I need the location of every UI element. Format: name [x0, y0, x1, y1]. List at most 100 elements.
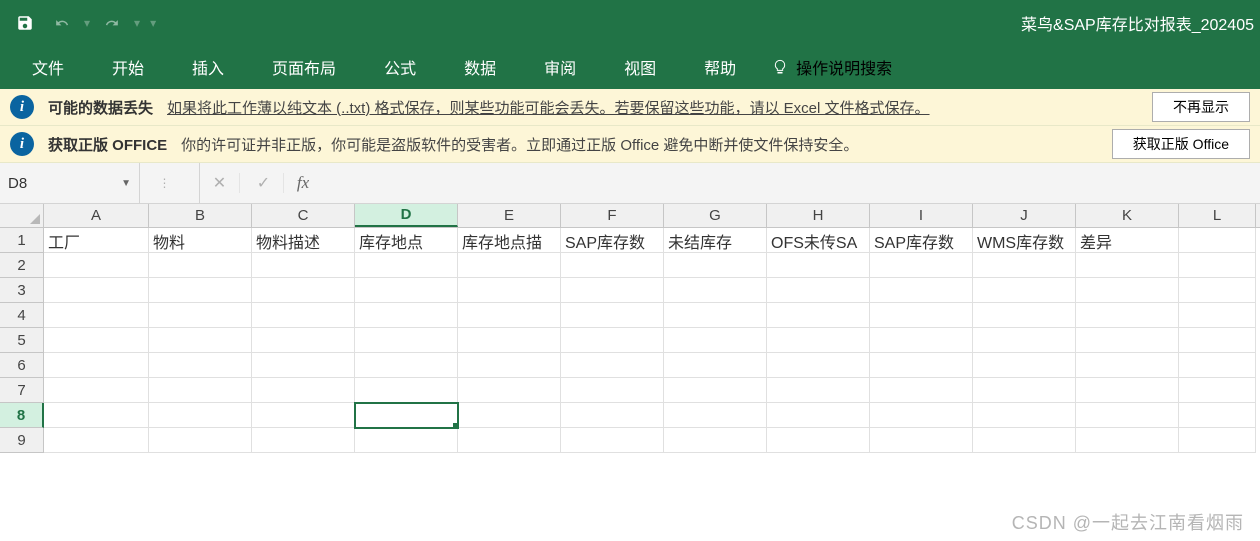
cell-B8[interactable] — [149, 403, 252, 428]
col-head-k[interactable]: K — [1076, 204, 1179, 227]
col-head-e[interactable]: E — [458, 204, 561, 227]
col-head-i[interactable]: I — [870, 204, 973, 227]
cell-J8[interactable] — [973, 403, 1076, 428]
cell-B4[interactable] — [149, 303, 252, 328]
confirm-button[interactable]: ✓ — [244, 173, 284, 193]
cell-H4[interactable] — [767, 303, 870, 328]
cell-C6[interactable] — [252, 353, 355, 378]
cell-F1[interactable]: SAP库存数 — [561, 228, 664, 253]
cell-G2[interactable] — [664, 253, 767, 278]
tab-file[interactable]: 文件 — [20, 45, 76, 89]
cancel-button[interactable]: ✕ — [200, 173, 240, 193]
row-head-2[interactable]: 2 — [0, 253, 44, 278]
cell-C9[interactable] — [252, 428, 355, 453]
cell-J1[interactable]: WMS库存数 — [973, 228, 1076, 253]
select-all-button[interactable] — [0, 204, 44, 227]
tab-help[interactable]: 帮助 — [692, 45, 748, 89]
col-head-h[interactable]: H — [767, 204, 870, 227]
col-head-f[interactable]: F — [561, 204, 664, 227]
cell-F2[interactable] — [561, 253, 664, 278]
tab-insert[interactable]: 插入 — [180, 45, 236, 89]
cell-D4[interactable] — [355, 303, 458, 328]
cell-I7[interactable] — [870, 378, 973, 403]
cell-E6[interactable] — [458, 353, 561, 378]
cell-E4[interactable] — [458, 303, 561, 328]
row-head-1[interactable]: 1 — [0, 228, 44, 253]
cell-H1[interactable]: OFS未传SA — [767, 228, 870, 253]
cell-I8[interactable] — [870, 403, 973, 428]
cell-L9[interactable] — [1179, 428, 1256, 453]
cell-J5[interactable] — [973, 328, 1076, 353]
cell-A9[interactable] — [44, 428, 149, 453]
cell-J6[interactable] — [973, 353, 1076, 378]
cell-L2[interactable] — [1179, 253, 1256, 278]
cell-I3[interactable] — [870, 278, 973, 303]
row-head-3[interactable]: 3 — [0, 278, 44, 303]
col-head-g[interactable]: G — [664, 204, 767, 227]
cell-C7[interactable] — [252, 378, 355, 403]
cell-B3[interactable] — [149, 278, 252, 303]
cell-F9[interactable] — [561, 428, 664, 453]
cell-D9[interactable] — [355, 428, 458, 453]
cell-A3[interactable] — [44, 278, 149, 303]
cell-K1[interactable]: 差异 — [1076, 228, 1179, 253]
cell-C1[interactable]: 物料描述 — [252, 228, 355, 253]
cell-K2[interactable] — [1076, 253, 1179, 278]
row-head-7[interactable]: 7 — [0, 378, 44, 403]
fx-label[interactable]: fx — [288, 173, 318, 193]
cell-A8[interactable] — [44, 403, 149, 428]
cell-B7[interactable] — [149, 378, 252, 403]
cell-G6[interactable] — [664, 353, 767, 378]
cell-F5[interactable] — [561, 328, 664, 353]
tab-home[interactable]: 开始 — [100, 45, 156, 89]
save-button[interactable] — [8, 6, 42, 40]
row-head-4[interactable]: 4 — [0, 303, 44, 328]
cell-J3[interactable] — [973, 278, 1076, 303]
cell-G1[interactable]: 未结库存 — [664, 228, 767, 253]
cell-J7[interactable] — [973, 378, 1076, 403]
col-head-b[interactable]: B — [149, 204, 252, 227]
cell-G8[interactable] — [664, 403, 767, 428]
cell-F4[interactable] — [561, 303, 664, 328]
cell-G9[interactable] — [664, 428, 767, 453]
cell-F7[interactable] — [561, 378, 664, 403]
cell-F8[interactable] — [561, 403, 664, 428]
cell-A1[interactable]: 工厂 — [44, 228, 149, 253]
cell-D8[interactable] — [355, 403, 458, 428]
cell-L3[interactable] — [1179, 278, 1256, 303]
cell-K5[interactable] — [1076, 328, 1179, 353]
cell-D1[interactable]: 库存地点 — [355, 228, 458, 253]
col-head-c[interactable]: C — [252, 204, 355, 227]
cell-L1[interactable] — [1179, 228, 1256, 253]
get-office-button[interactable]: 获取正版 Office — [1112, 129, 1250, 159]
cell-C8[interactable] — [252, 403, 355, 428]
cell-L6[interactable] — [1179, 353, 1256, 378]
cell-A5[interactable] — [44, 328, 149, 353]
col-head-d[interactable]: D — [355, 204, 458, 227]
cell-K9[interactable] — [1076, 428, 1179, 453]
cell-I5[interactable] — [870, 328, 973, 353]
cell-A6[interactable] — [44, 353, 149, 378]
dismiss-button[interactable]: 不再显示 — [1152, 92, 1250, 122]
col-head-l[interactable]: L — [1179, 204, 1256, 227]
cell-J2[interactable] — [973, 253, 1076, 278]
cell-I1[interactable]: SAP库存数 — [870, 228, 973, 253]
cell-D6[interactable] — [355, 353, 458, 378]
cell-K3[interactable] — [1076, 278, 1179, 303]
name-box[interactable]: D8 ▼ — [0, 163, 140, 203]
cell-K7[interactable] — [1076, 378, 1179, 403]
cell-H6[interactable] — [767, 353, 870, 378]
cell-K8[interactable] — [1076, 403, 1179, 428]
msg-link[interactable]: 如果将此工作薄以纯文本 (..txt) 格式保存，则某些功能可能会丢失。若要保留… — [167, 97, 930, 118]
cell-B5[interactable] — [149, 328, 252, 353]
cell-E8[interactable] — [458, 403, 561, 428]
cell-H2[interactable] — [767, 253, 870, 278]
formula-input[interactable] — [318, 163, 1260, 203]
cell-D2[interactable] — [355, 253, 458, 278]
cell-I4[interactable] — [870, 303, 973, 328]
row-head-8[interactable]: 8 — [0, 403, 44, 428]
cell-I9[interactable] — [870, 428, 973, 453]
cell-H5[interactable] — [767, 328, 870, 353]
tab-view[interactable]: 视图 — [612, 45, 668, 89]
cell-L7[interactable] — [1179, 378, 1256, 403]
